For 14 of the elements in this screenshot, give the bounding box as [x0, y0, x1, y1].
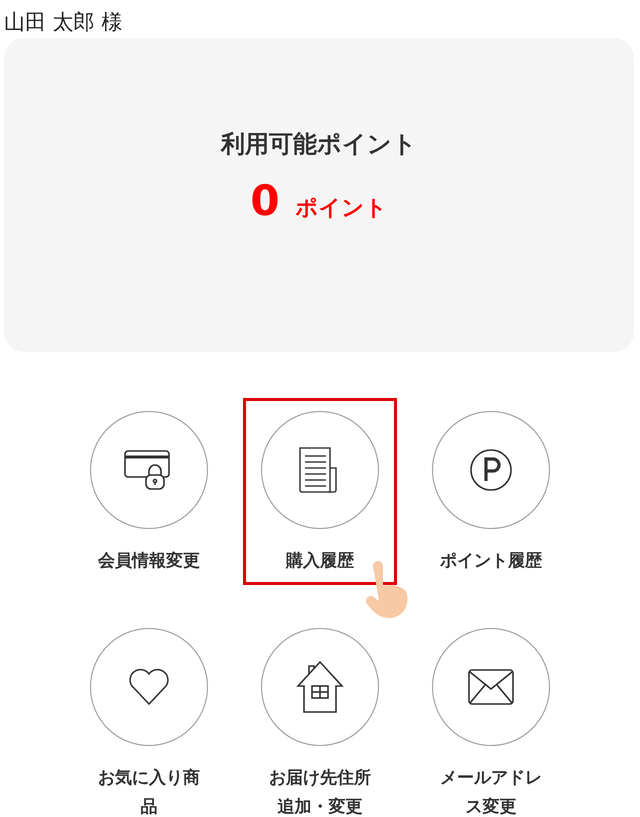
parking-p-icon	[469, 448, 513, 492]
menu-button[interactable]: ポイント履歴	[414, 398, 568, 585]
menu-button[interactable]: お気に入り商品	[72, 615, 226, 817]
points-unit: ポイント	[296, 195, 388, 223]
heart-icon	[128, 668, 170, 706]
mail-icon	[468, 669, 514, 705]
user-name: 山田 太郎 様	[3, 9, 124, 36]
menu-button[interactable]: メールアドレス変更	[414, 615, 568, 817]
menu-button[interactable]: 購入履歴	[243, 398, 397, 585]
menu-button[interactable]: お届け先住所追加・変更	[243, 615, 397, 817]
points-value: 0	[250, 176, 280, 225]
house-icon	[296, 660, 344, 714]
points-title: 利用可能ポイント	[221, 129, 417, 160]
menu-button[interactable]: 会員情報変更	[72, 398, 226, 585]
